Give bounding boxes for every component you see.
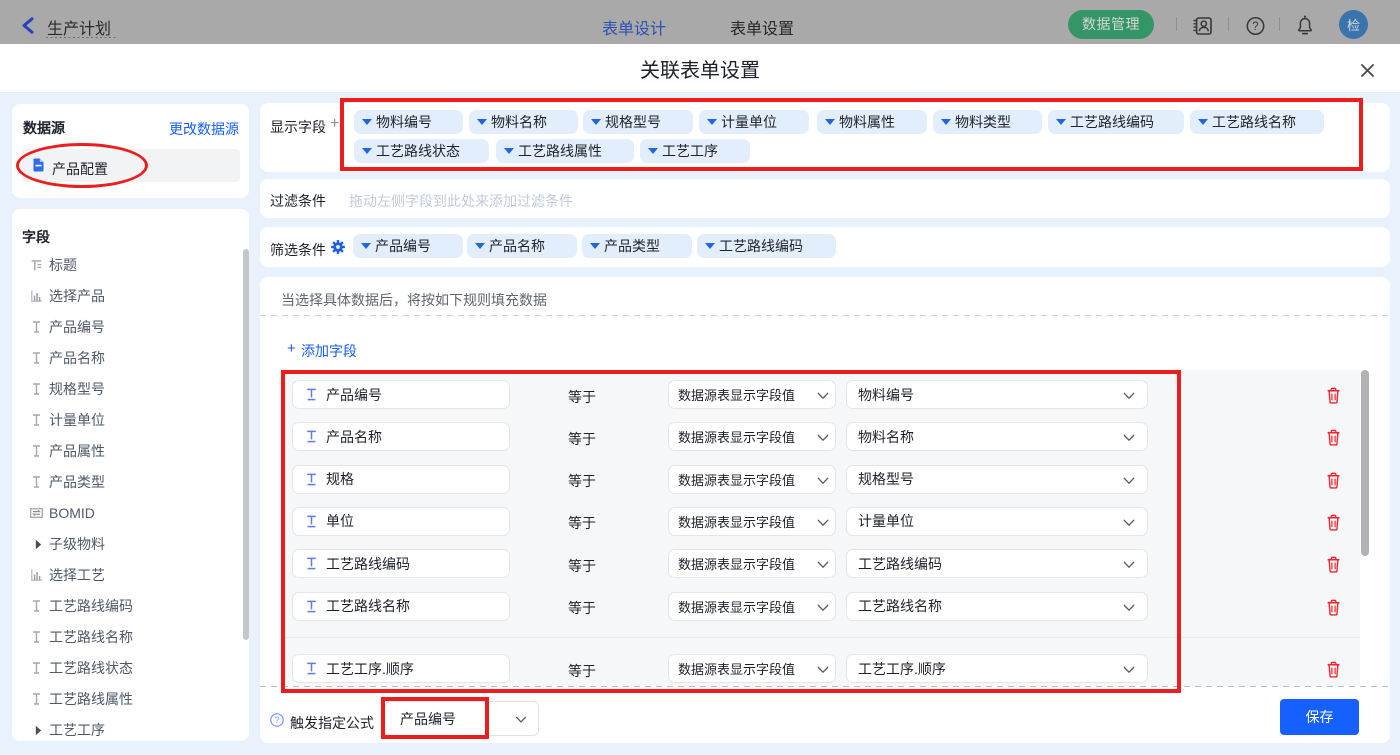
svg-text:?: ?: [274, 715, 279, 725]
svg-text:?: ?: [1252, 21, 1258, 33]
